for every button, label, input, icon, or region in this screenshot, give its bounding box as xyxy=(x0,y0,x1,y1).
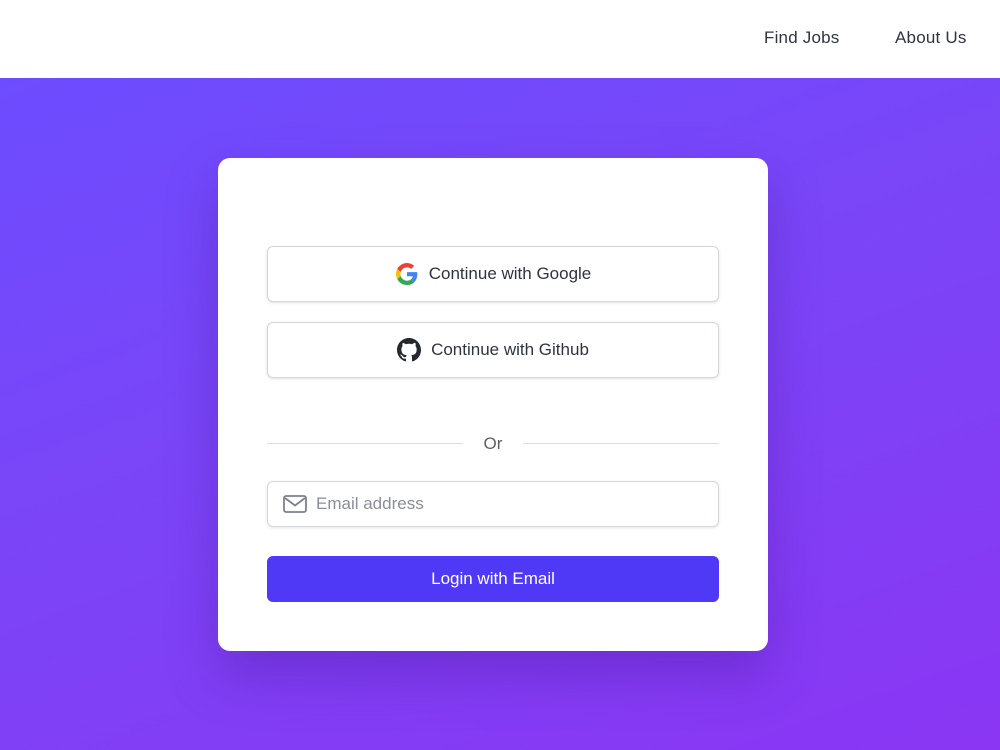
login-card: Continue with Google Continue with Githu… xyxy=(218,158,768,651)
github-button-label: Continue with Github xyxy=(431,340,589,359)
continue-with-github-button[interactable]: Continue with Github xyxy=(267,322,719,378)
github-icon xyxy=(397,338,422,362)
google-icon xyxy=(395,262,419,286)
login-with-email-button[interactable]: Login with Email xyxy=(267,556,719,602)
email-field[interactable] xyxy=(267,481,719,527)
mail-icon xyxy=(282,493,308,515)
nav-link-about-us[interactable]: About Us xyxy=(895,28,967,48)
divider-line-right xyxy=(523,443,719,444)
email-input[interactable] xyxy=(316,482,711,526)
google-button-label: Continue with Google xyxy=(428,264,592,283)
divider-text: Or xyxy=(483,434,503,453)
nav-link-find-jobs[interactable]: Find Jobs xyxy=(764,28,840,48)
continue-with-google-button[interactable]: Continue with Google xyxy=(267,246,719,302)
top-navbar: Find Jobs About Us xyxy=(0,0,1000,78)
or-divider: Or xyxy=(267,432,719,456)
